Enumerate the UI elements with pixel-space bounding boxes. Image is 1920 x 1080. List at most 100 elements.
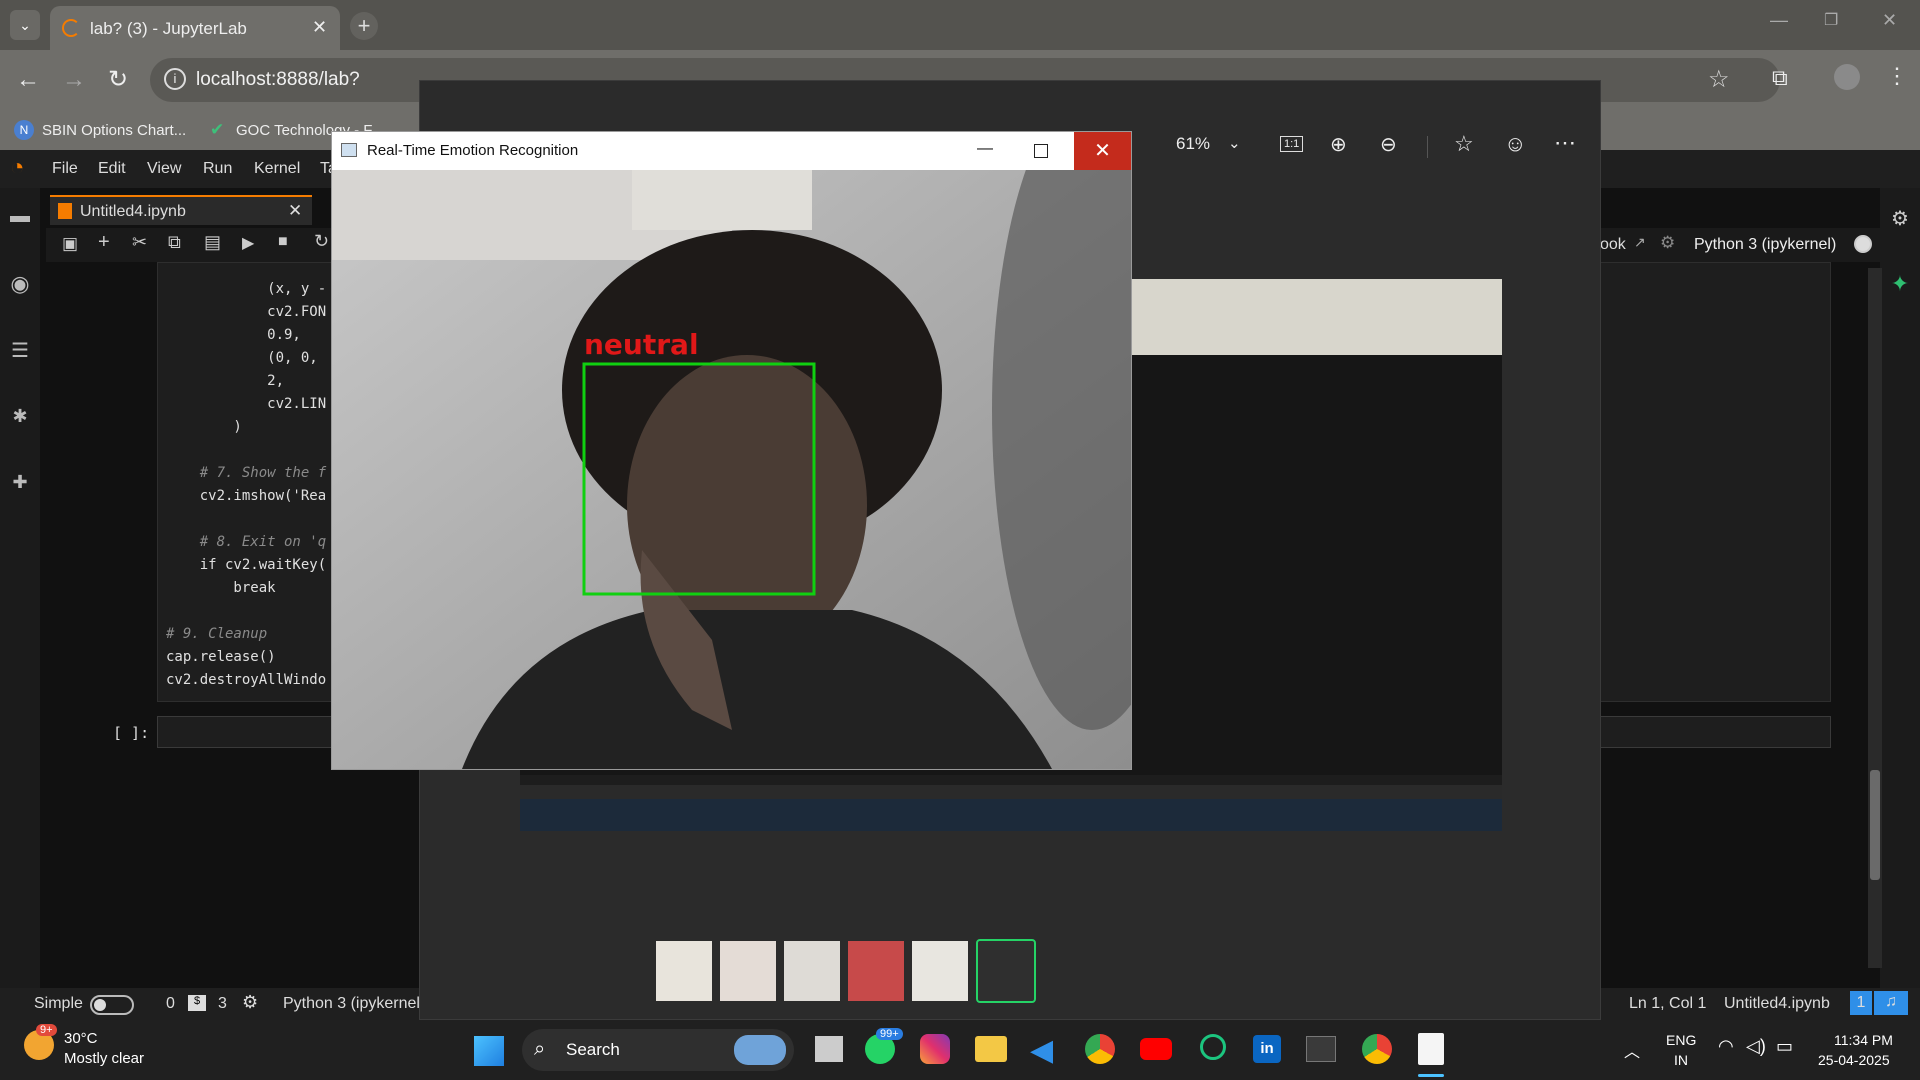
- wifi-icon[interactable]: ◠: [1718, 1036, 1734, 1057]
- external-link-icon: ↗: [1634, 234, 1646, 250]
- more-options-icon[interactable]: ⋯: [1554, 130, 1576, 156]
- menu-file[interactable]: File: [52, 160, 78, 178]
- notepad-icon[interactable]: [1418, 1033, 1444, 1065]
- property-inspector-icon[interactable]: ⚙: [1886, 204, 1914, 232]
- chrome-profile-icon[interactable]: [1362, 1034, 1392, 1064]
- code-line: cv2.FON: [166, 304, 327, 320]
- star-icon[interactable]: ☆: [1454, 131, 1474, 157]
- terminal-app-icon[interactable]: [1306, 1036, 1336, 1062]
- restore-icon[interactable]: ❐: [1824, 10, 1838, 30]
- debugger-icon[interactable]: ✱: [6, 404, 34, 428]
- zoom-in-icon[interactable]: ⊕: [1330, 132, 1347, 157]
- youtube-icon[interactable]: [1140, 1038, 1172, 1060]
- add-cell-icon[interactable]: +: [98, 231, 110, 254]
- chrome-icon[interactable]: [1085, 1034, 1115, 1064]
- site-info-icon[interactable]: i: [164, 68, 186, 90]
- toc-icon[interactable]: ☰: [6, 338, 34, 362]
- bookmark-icon: N: [14, 120, 34, 140]
- close-window-icon[interactable]: ✕: [1882, 10, 1897, 31]
- kernel-status-icon: [1854, 235, 1872, 253]
- code-line: 2,: [166, 373, 285, 389]
- zoom-out-icon[interactable]: ⊖: [1380, 132, 1397, 157]
- menu-edit[interactable]: Edit: [98, 160, 126, 178]
- thumbnail-selected[interactable]: [976, 939, 1036, 1003]
- minimize-icon[interactable]: —: [1770, 10, 1788, 31]
- code-line: ): [166, 419, 242, 435]
- running-icon[interactable]: ◉: [6, 271, 34, 296]
- code-line: break: [166, 580, 276, 596]
- forward-icon[interactable]: →: [62, 66, 86, 94]
- url-text[interactable]: localhost:8888/lab?: [196, 69, 360, 91]
- tab-search-icon[interactable]: ⌄: [10, 10, 40, 40]
- new-tab-button[interactable]: +: [350, 12, 378, 40]
- cut-icon[interactable]: ✂: [132, 232, 147, 253]
- actual-size-icon[interactable]: 1:1: [1280, 136, 1304, 152]
- react-emoji-icon[interactable]: ☺: [1504, 131, 1526, 157]
- run-icon[interactable]: ▶: [242, 233, 254, 253]
- notification-count[interactable]: 1: [1850, 991, 1872, 1015]
- paste-icon[interactable]: ▤: [204, 232, 221, 253]
- weather-temp[interactable]: 30°C: [64, 1030, 98, 1047]
- profile-avatar[interactable]: [1834, 64, 1860, 90]
- code-line: 0.9,: [166, 327, 301, 343]
- clock-date[interactable]: 25-04-2025: [1818, 1052, 1890, 1068]
- app-icon[interactable]: [1200, 1034, 1226, 1060]
- back-icon[interactable]: ←: [16, 66, 40, 94]
- ai-sparkle-icon[interactable]: ✦: [1886, 270, 1914, 298]
- volume-icon[interactable]: ◁): [1746, 1036, 1766, 1057]
- task-view-icon[interactable]: [815, 1036, 843, 1062]
- extensions-icon[interactable]: ⧉: [1772, 65, 1788, 91]
- menu-kernel[interactable]: Kernel: [254, 160, 300, 178]
- save-icon[interactable]: ▣: [62, 234, 78, 254]
- windows-taskbar: 9+ 30°C Mostly clear ⌕ Search 99+ ◀ in ︿…: [0, 1020, 1920, 1080]
- vscode-icon[interactable]: ◀: [1030, 1033, 1053, 1068]
- weather-text[interactable]: Mostly clear: [64, 1050, 144, 1067]
- file-explorer-icon[interactable]: [975, 1036, 1007, 1062]
- kernel-gear-icon: ⚙: [242, 992, 259, 1012]
- lang-1[interactable]: ENG: [1666, 1032, 1696, 1048]
- weather-badge: 9+: [36, 1024, 57, 1036]
- tray-chevron-icon[interactable]: ︿: [1624, 1038, 1640, 1062]
- notebook-tab-close-icon[interactable]: ✕: [288, 201, 302, 221]
- thumbnail[interactable]: [912, 941, 968, 1001]
- browser-tab-active[interactable]: lab? (3) - JupyterLab ✕: [50, 6, 340, 50]
- thumbnail-strip: [656, 939, 1036, 1003]
- bookmark-star-icon[interactable]: ☆: [1708, 65, 1730, 94]
- windows-start-icon[interactable]: [474, 1036, 504, 1066]
- zoom-level[interactable]: 61%: [1176, 134, 1210, 154]
- emotion-label: neutral: [584, 328, 699, 361]
- notebook-tab[interactable]: Untitled4.ipynb ✕: [50, 195, 312, 225]
- browser-menu-icon[interactable]: ⋮: [1886, 63, 1908, 89]
- emotion-close-button[interactable]: ✕: [1074, 132, 1131, 170]
- thumbnail[interactable]: [784, 941, 840, 1001]
- code-line: # 7. Show the f: [166, 465, 327, 481]
- copy-icon[interactable]: ⧉: [168, 232, 181, 253]
- linkedin-icon[interactable]: in: [1253, 1035, 1281, 1063]
- lang-2[interactable]: IN: [1674, 1052, 1688, 1068]
- extension-icon[interactable]: ✚: [6, 470, 34, 494]
- clock-time[interactable]: 11:34 PM: [1834, 1032, 1893, 1048]
- kernel-settings-icon[interactable]: ⚙: [1660, 233, 1675, 253]
- bookmark-sbin[interactable]: SBIN Options Chart...: [42, 122, 186, 139]
- battery-icon[interactable]: ▭: [1776, 1036, 1793, 1057]
- reload-icon[interactable]: ↻: [108, 65, 128, 94]
- emotion-maximize-icon[interactable]: [1034, 144, 1048, 158]
- menu-run[interactable]: Run: [203, 160, 232, 178]
- code-line: (0, 0,: [166, 350, 318, 366]
- menu-view[interactable]: View: [147, 160, 181, 178]
- thumbnail[interactable]: [848, 941, 904, 1001]
- tab-close-icon[interactable]: ✕: [312, 17, 327, 38]
- kernel-name[interactable]: Python 3 (ipykernel): [1694, 236, 1836, 254]
- kernel-label-partial[interactable]: ook: [1600, 236, 1626, 254]
- stop-icon[interactable]: ■: [278, 233, 288, 251]
- thumbnail[interactable]: [720, 941, 776, 1001]
- scrollbar-thumb[interactable]: [1870, 770, 1880, 880]
- taskbar-search[interactable]: ⌕ Search: [522, 1029, 794, 1071]
- bell-icon[interactable]: ♫: [1874, 991, 1908, 1015]
- thumbnail[interactable]: [656, 941, 712, 1001]
- zoom-dropdown-icon[interactable]: ⌄: [1228, 134, 1241, 152]
- restart-icon[interactable]: ↻: [314, 231, 329, 252]
- folder-icon[interactable]: ▬: [6, 204, 34, 228]
- emotion-minimize-icon[interactable]: —: [977, 140, 993, 158]
- instagram-icon[interactable]: [920, 1034, 950, 1064]
